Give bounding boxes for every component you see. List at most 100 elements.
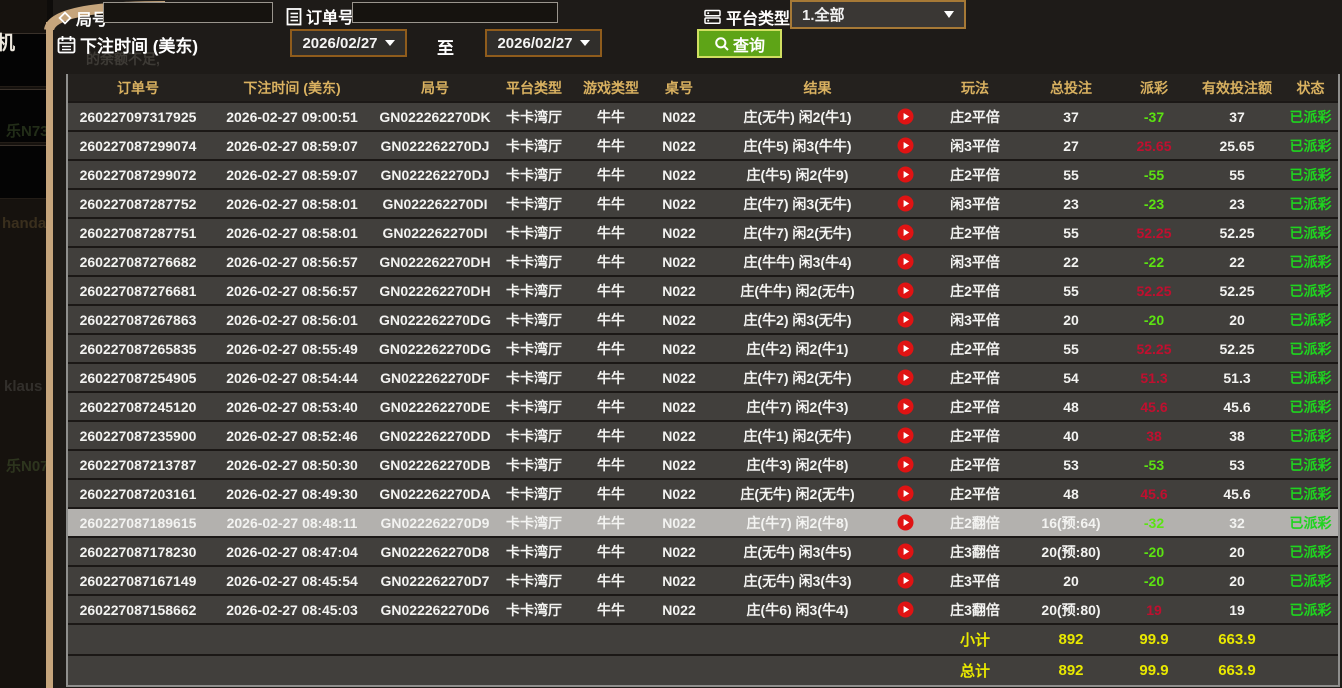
cell-platform: 卡卡湾厅 bbox=[494, 305, 574, 334]
cell-result: 庄(牛7) 闲2(牛3) bbox=[710, 392, 885, 421]
table-row[interactable]: 260227087235900 2026-02-27 08:52:46 GN02… bbox=[68, 421, 1338, 450]
replay-play-icon[interactable] bbox=[897, 485, 914, 502]
date-from-value: 2026/02/27 bbox=[302, 35, 377, 52]
cell-platform: 卡卡湾厅 bbox=[494, 595, 574, 624]
table-row[interactable]: 260227087158662 2026-02-27 08:45:03 GN02… bbox=[68, 595, 1338, 624]
cell-round-id: GN022262270DB bbox=[376, 450, 494, 479]
cell-order-id: 260227087299072 bbox=[68, 160, 208, 189]
cell-payout: 51.3 bbox=[1117, 363, 1191, 392]
replay-play-icon[interactable] bbox=[897, 166, 914, 183]
cell-replay bbox=[885, 218, 925, 247]
cell-valid-bet: 32 bbox=[1191, 508, 1283, 537]
replay-play-icon[interactable] bbox=[897, 253, 914, 270]
cell-bet-time: 2026-02-27 08:58:01 bbox=[208, 189, 376, 218]
date-to-picker[interactable]: 2026/02/27 bbox=[485, 29, 602, 57]
platform-type-value: 1.全部 bbox=[802, 4, 845, 25]
cell-payout: -23 bbox=[1117, 189, 1191, 218]
cell-result: 庄(牛5) 闲2(牛9) bbox=[710, 160, 885, 189]
table-row[interactable]: 260227087245120 2026-02-27 08:53:40 GN02… bbox=[68, 392, 1338, 421]
table-row[interactable]: 260227097317925 2026-02-27 09:00:51 GN02… bbox=[68, 102, 1338, 131]
table-row[interactable]: 260227087267863 2026-02-27 08:56:01 GN02… bbox=[68, 305, 1338, 334]
cell-status: 已派彩 bbox=[1283, 218, 1338, 247]
cell-valid-bet: 52.25 bbox=[1191, 276, 1283, 305]
cell-valid-bet: 20 bbox=[1191, 305, 1283, 334]
cell-total-bet: 16(预:64) bbox=[1025, 508, 1117, 537]
platform-type-select[interactable]: 1.全部 bbox=[790, 0, 966, 29]
replay-play-icon[interactable] bbox=[897, 195, 914, 212]
table-row[interactable]: 260227087265835 2026-02-27 08:55:49 GN02… bbox=[68, 334, 1338, 363]
replay-play-icon[interactable] bbox=[897, 311, 914, 328]
replay-play-icon[interactable] bbox=[897, 543, 914, 560]
replay-play-icon[interactable] bbox=[897, 514, 914, 531]
replay-play-icon[interactable] bbox=[897, 340, 914, 357]
header-table-no: 桌号 bbox=[648, 74, 710, 102]
table-row[interactable]: 260227087299074 2026-02-27 08:59:07 GN02… bbox=[68, 131, 1338, 160]
header-total-bet: 总投注 bbox=[1025, 74, 1117, 102]
date-range-to-label: 至 bbox=[437, 34, 454, 59]
table-row[interactable]: 260227087287751 2026-02-27 08:58:01 GN02… bbox=[68, 218, 1338, 247]
cell-table-no: N022 bbox=[648, 508, 710, 537]
cell-payout: -20 bbox=[1117, 537, 1191, 566]
cell-replay bbox=[885, 160, 925, 189]
cell-result: 庄(牛2) 闲2(牛1) bbox=[710, 334, 885, 363]
replay-play-icon[interactable] bbox=[897, 224, 914, 241]
cell-platform: 卡卡湾厅 bbox=[494, 363, 574, 392]
cell-order-id: 260227087287751 bbox=[68, 218, 208, 247]
cell-order-id: 260227087287752 bbox=[68, 189, 208, 218]
cell-replay bbox=[885, 276, 925, 305]
cell-replay bbox=[885, 392, 925, 421]
cell-status: 已派彩 bbox=[1283, 305, 1338, 334]
cell-valid-bet: 37 bbox=[1191, 102, 1283, 131]
background-text-fragment: 机 bbox=[0, 28, 15, 55]
replay-play-icon[interactable] bbox=[897, 572, 914, 589]
search-button[interactable]: 查询 bbox=[697, 29, 782, 58]
cell-table-no: N022 bbox=[648, 189, 710, 218]
table-row[interactable]: 260227087189615 2026-02-27 08:48:11 GN02… bbox=[68, 508, 1338, 537]
cell-valid-bet: 22 bbox=[1191, 247, 1283, 276]
table-row[interactable]: 260227087299072 2026-02-27 08:59:07 GN02… bbox=[68, 160, 1338, 189]
cell-platform: 卡卡湾厅 bbox=[494, 334, 574, 363]
cell-status: 已派彩 bbox=[1283, 450, 1338, 479]
cell-table-no: N022 bbox=[648, 392, 710, 421]
cell-round-id: GN022262270DE bbox=[376, 392, 494, 421]
cell-order-id: 260227087276681 bbox=[68, 276, 208, 305]
cell-valid-bet: 45.6 bbox=[1191, 392, 1283, 421]
cell-replay bbox=[885, 421, 925, 450]
cell-replay bbox=[885, 334, 925, 363]
table-row[interactable]: 260227087167149 2026-02-27 08:45:54 GN02… bbox=[68, 566, 1338, 595]
cell-bet-time: 2026-02-27 08:54:44 bbox=[208, 363, 376, 392]
total-total-bet: 892 bbox=[1025, 655, 1117, 685]
replay-play-icon[interactable] bbox=[897, 282, 914, 299]
cell-bet-time: 2026-02-27 08:45:03 bbox=[208, 595, 376, 624]
cell-payout: 52.25 bbox=[1117, 218, 1191, 247]
cell-payout: -53 bbox=[1117, 450, 1191, 479]
table-row[interactable]: 260227087276682 2026-02-27 08:56:57 GN02… bbox=[68, 247, 1338, 276]
cell-total-bet: 20(预:80) bbox=[1025, 595, 1117, 624]
table-row[interactable]: 260227087213787 2026-02-27 08:50:30 GN02… bbox=[68, 450, 1338, 479]
table-row[interactable]: 260227087254905 2026-02-27 08:54:44 GN02… bbox=[68, 363, 1338, 392]
cell-platform: 卡卡湾厅 bbox=[494, 160, 574, 189]
replay-play-icon[interactable] bbox=[897, 601, 914, 618]
cell-replay bbox=[885, 537, 925, 566]
table-row[interactable]: 260227087203161 2026-02-27 08:49:30 GN02… bbox=[68, 479, 1338, 508]
order-number-input[interactable] bbox=[352, 2, 558, 23]
replay-play-icon[interactable] bbox=[897, 427, 914, 444]
date-from-picker[interactable]: 2026/02/27 bbox=[290, 29, 407, 57]
replay-play-icon[interactable] bbox=[897, 369, 914, 386]
cell-status: 已派彩 bbox=[1283, 160, 1338, 189]
replay-play-icon[interactable] bbox=[897, 398, 914, 415]
table-row[interactable]: 260227087287752 2026-02-27 08:58:01 GN02… bbox=[68, 189, 1338, 218]
table-row[interactable]: 260227087276681 2026-02-27 08:56:57 GN02… bbox=[68, 276, 1338, 305]
cell-table-no: N022 bbox=[648, 334, 710, 363]
cell-payout: -22 bbox=[1117, 247, 1191, 276]
cell-total-bet: 55 bbox=[1025, 334, 1117, 363]
cell-valid-bet: 25.65 bbox=[1191, 131, 1283, 160]
table-row[interactable]: 260227087178230 2026-02-27 08:47:04 GN02… bbox=[68, 537, 1338, 566]
round-number-input[interactable] bbox=[103, 2, 273, 23]
cell-round-id: GN022262270DF bbox=[376, 363, 494, 392]
replay-play-icon[interactable] bbox=[897, 108, 914, 125]
cell-bet-time: 2026-02-27 08:53:40 bbox=[208, 392, 376, 421]
cell-result: 庄(牛7) 闲2(牛8) bbox=[710, 508, 885, 537]
replay-play-icon[interactable] bbox=[897, 137, 914, 154]
replay-play-icon[interactable] bbox=[897, 456, 914, 473]
